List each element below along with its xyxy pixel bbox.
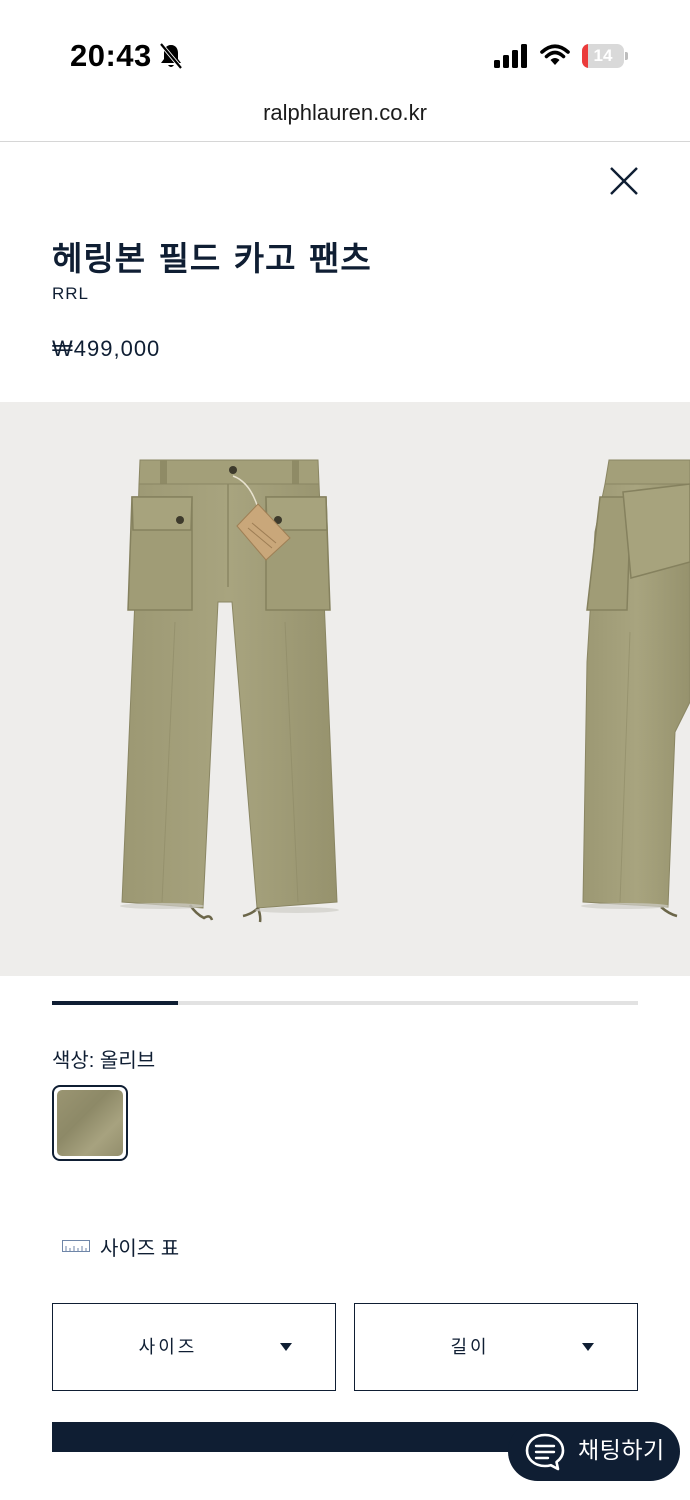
swatch-fabric [57,1090,123,1156]
browser-url[interactable]: ralphlauren.co.kr [0,100,690,142]
chat-label: 채팅하기 [578,1437,665,1463]
product-price: ₩499,000 [52,336,161,361]
caret-down-icon [280,1343,292,1351]
close-icon[interactable] [606,163,642,199]
gallery-progress-bar [52,1001,638,1005]
color-swatch-olive[interactable] [52,1085,128,1161]
chat-bubble-icon [525,1433,565,1471]
chat-button[interactable]: 채팅하기 [508,1422,680,1481]
size-select-label: 사이즈 [138,1337,198,1357]
size-chart-link[interactable]: 사이즈 표 [62,1232,179,1260]
length-select[interactable]: 길이 [354,1303,638,1391]
product-image-side[interactable] [565,402,690,976]
product-image-gallery[interactable] [0,402,690,976]
length-select-label: 길이 [450,1337,490,1357]
bell-slash-icon [159,42,183,70]
gallery-progress-fill [52,1001,178,1005]
product-title: 헤링본 필드 카고 팬츠 [52,239,372,278]
status-bar: 20:43 14 [0,0,690,100]
product-brand: RRL [52,284,90,303]
battery-level: 14 [593,46,613,65]
ruler-icon [62,1240,90,1252]
color-label: 색상: 올리브 [52,1050,156,1072]
cellular-signal-icon [494,44,527,68]
size-chart-label: 사이즈 표 [100,1237,180,1260]
status-time: 20:43 [70,38,152,73]
product-image-front[interactable] [100,402,360,976]
battery-icon: 14 [582,44,628,68]
wifi-icon [540,44,570,65]
caret-down-icon [582,1343,594,1351]
size-select[interactable]: 사이즈 [52,1303,336,1391]
